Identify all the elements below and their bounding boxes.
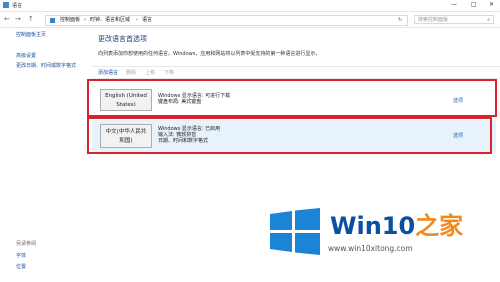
- windows-logo-icon: [270, 208, 320, 255]
- control-panel-icon: [50, 18, 55, 23]
- highlight-box-english: [87, 79, 497, 117]
- sidebar-item-location[interactable]: 位置: [16, 263, 26, 270]
- sidebar-item-fonts[interactable]: 字体: [16, 252, 26, 259]
- title-bar: 语言 — □ ✕: [0, 0, 500, 12]
- watermark-brand-name: Win10: [330, 212, 416, 240]
- language-app-icon: [3, 2, 9, 8]
- watermark-brand-suffix: 之家: [415, 212, 464, 240]
- remove-button[interactable]: 删除: [126, 69, 136, 76]
- close-button[interactable]: ✕: [489, 1, 494, 8]
- page-description: 向列表添加你想使用的任何语言。Windows、应用和网站将以列表中受支持的第一种…: [98, 51, 321, 57]
- search-input[interactable]: 搜索控制面板 ⌕: [414, 15, 494, 24]
- address-bar: ← → ↑ 控制面板 › 时钟、语言和区域 › 语言 ↻ 搜索控制面板 ⌕: [0, 12, 500, 28]
- sidebar-item-change-date-time-format[interactable]: 更改日期、时间或数字格式: [16, 62, 76, 69]
- sidebar-item-control-panel-home[interactable]: 控制面板主页: [16, 31, 46, 38]
- search-placeholder: 搜索控制面板: [418, 17, 449, 23]
- search-icon[interactable]: ⌕: [487, 16, 490, 25]
- watermark-url: www.win10xitong.com: [328, 244, 413, 253]
- forward-button[interactable]: →: [15, 15, 21, 23]
- move-down-button[interactable]: 下移: [164, 69, 174, 76]
- breadcrumb-language[interactable]: 语言: [142, 16, 152, 25]
- back-button[interactable]: ←: [4, 15, 10, 23]
- move-up-button[interactable]: 上移: [145, 69, 155, 76]
- see-also-label: 另请参阅: [16, 241, 37, 247]
- refresh-icon[interactable]: ↻: [398, 16, 402, 25]
- breadcrumb-control-panel[interactable]: 控制面板: [60, 16, 80, 25]
- sidebar: 控制面板主页 高级设置 更改日期、时间或数字格式 另请参阅 字体 位置: [0, 28, 92, 282]
- add-language-button[interactable]: 添加语言: [98, 69, 118, 76]
- breadcrumb-separator: ›: [84, 17, 86, 23]
- language-toolbar: 添加语言 删除 上移 下移: [92, 66, 500, 79]
- minimize-button[interactable]: —: [451, 1, 457, 8]
- highlight-box-chinese: [87, 117, 492, 154]
- breadcrumb-separator: ›: [136, 17, 138, 23]
- up-button[interactable]: ↑: [28, 15, 34, 23]
- page-title: 更改语言首选项: [98, 35, 147, 43]
- breadcrumb[interactable]: 控制面板 › 时钟、语言和区域 › 语言 ↻: [45, 15, 408, 26]
- maximize-button[interactable]: □: [471, 1, 477, 8]
- sidebar-item-advanced-settings[interactable]: 高级设置: [16, 52, 36, 59]
- window-title: 语言: [12, 3, 23, 9]
- watermark-brand: Win10之家: [330, 212, 463, 240]
- breadcrumb-clock-language-region[interactable]: 时钟、语言和区域: [90, 16, 130, 25]
